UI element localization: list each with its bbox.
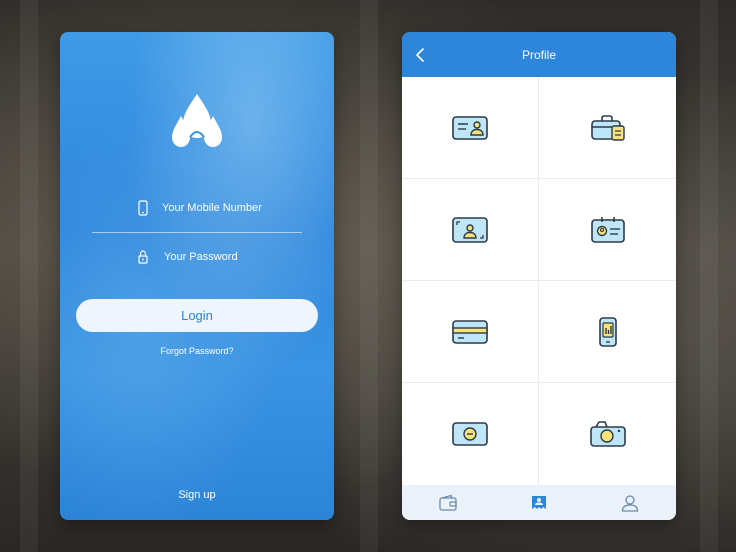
grid-item-photo-id[interactable] bbox=[402, 179, 539, 281]
password-field[interactable]: Your Password bbox=[136, 247, 238, 267]
tab-wallet[interactable] bbox=[402, 485, 493, 520]
user-icon bbox=[622, 494, 639, 512]
page-title: Profile bbox=[521, 47, 556, 62]
mobile-chart-icon bbox=[598, 316, 617, 347]
badge-icon bbox=[590, 216, 625, 243]
sign-up-link[interactable]: Sign up bbox=[60, 489, 334, 501]
profile-grid bbox=[402, 77, 676, 485]
profile-card-icon bbox=[531, 495, 546, 509]
grid-item-camera[interactable] bbox=[539, 383, 676, 485]
id-card-icon bbox=[452, 115, 488, 140]
profile-screen: Profile bbox=[402, 32, 676, 520]
background-stripe bbox=[20, 0, 38, 552]
grid-item-credit-card[interactable] bbox=[402, 281, 539, 383]
background-stripe bbox=[360, 0, 378, 552]
lock-icon bbox=[138, 250, 148, 264]
logo-drops-icon bbox=[172, 94, 222, 147]
forgot-password-link[interactable]: Forgot Password? bbox=[60, 346, 334, 356]
bottom-tab-bar bbox=[402, 485, 676, 520]
tab-profile-card[interactable] bbox=[493, 485, 584, 520]
login-button[interactable]: Login bbox=[76, 299, 318, 332]
field-divider bbox=[92, 232, 302, 233]
briefcase-icon bbox=[590, 114, 625, 141]
background-stripe bbox=[700, 0, 718, 552]
chevron-left-icon[interactable] bbox=[414, 47, 428, 63]
login-screen: Your Mobile Number Your Password Login F… bbox=[60, 32, 334, 520]
photo-id-icon bbox=[452, 216, 488, 243]
grid-item-id-card[interactable] bbox=[402, 77, 539, 179]
coin-card-icon bbox=[452, 422, 488, 446]
grid-item-briefcase[interactable] bbox=[539, 77, 676, 179]
grid-item-badge[interactable] bbox=[539, 179, 676, 281]
profile-header: Profile bbox=[402, 32, 676, 77]
grid-item-mobile-chart[interactable] bbox=[539, 281, 676, 383]
camera-icon bbox=[589, 421, 626, 447]
wallet-icon bbox=[439, 494, 457, 511]
mobile-number-placeholder: Your Mobile Number bbox=[162, 202, 262, 214]
credit-card-icon bbox=[452, 319, 488, 344]
password-placeholder: Your Password bbox=[164, 251, 238, 263]
tab-user[interactable] bbox=[585, 485, 676, 520]
mobile-number-field[interactable]: Your Mobile Number bbox=[136, 198, 262, 218]
grid-item-coin-card[interactable] bbox=[402, 383, 539, 485]
phone-icon bbox=[138, 200, 148, 216]
